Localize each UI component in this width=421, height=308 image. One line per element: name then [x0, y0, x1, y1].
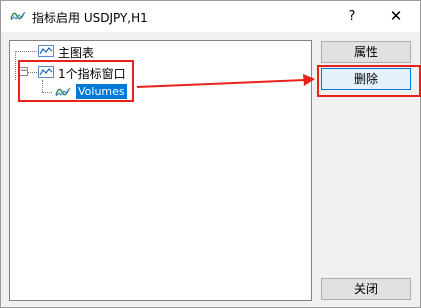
annotation-arrow — [136, 74, 315, 88]
indicator-dialog: 指标启用 USDJPY,H1 ? ✕ 主图表 − 1个指标窗口 Volumes … — [0, 0, 421, 308]
